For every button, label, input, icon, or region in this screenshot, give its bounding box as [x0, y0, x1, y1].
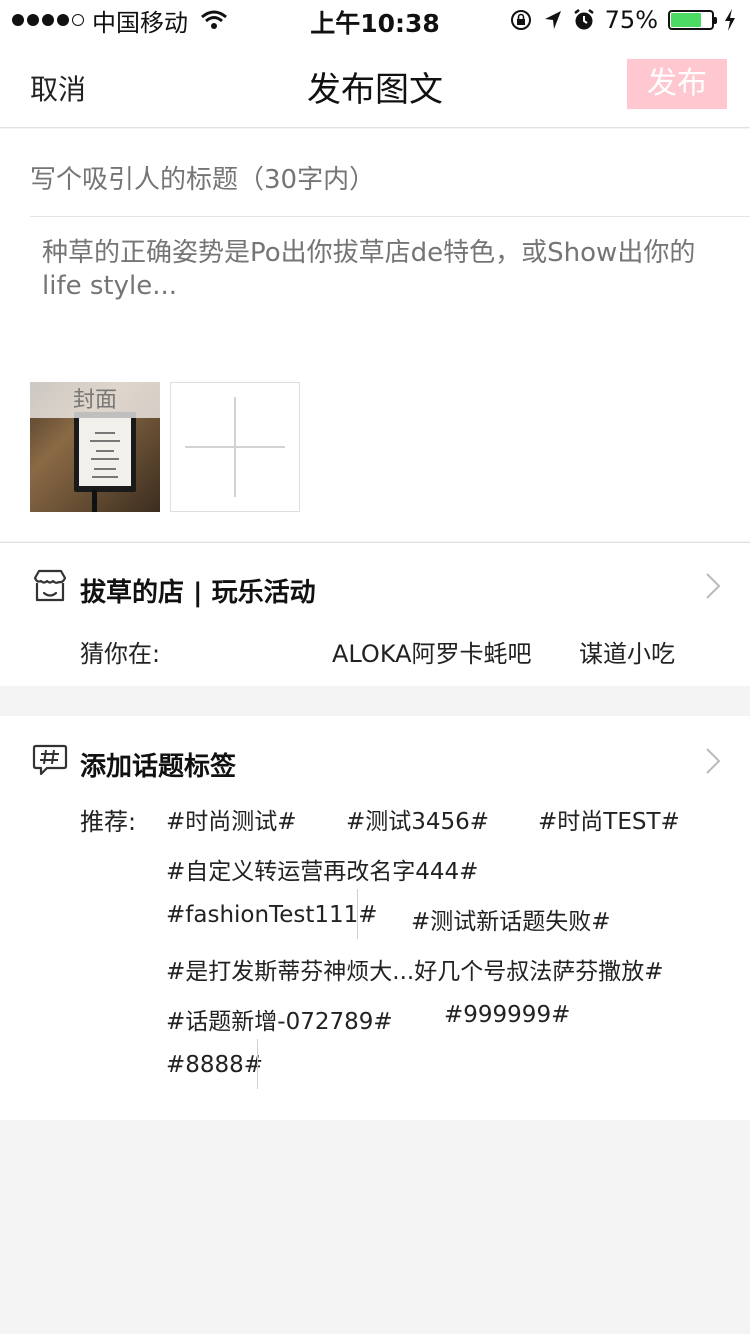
topic-tag[interactable]: #fashionTest111# [166, 902, 378, 928]
text-caret [357, 889, 358, 939]
publish-button[interactable]: 发布 [627, 59, 727, 109]
store-icon [33, 569, 67, 602]
add-photo-button[interactable] [170, 382, 300, 512]
topic-tag[interactable]: #时尚TEST# [538, 802, 680, 836]
battery-percent: 75% [604, 6, 658, 34]
topic-tag[interactable]: #999999# [444, 1002, 570, 1028]
menu-sign-image [74, 412, 136, 492]
hashtag-bubble-icon [32, 744, 68, 776]
title-divider [30, 216, 750, 217]
body-textarea[interactable] [42, 237, 712, 303]
cover-photo[interactable]: 封面 [30, 382, 160, 512]
topic-tag[interactable]: #时尚测试# [166, 802, 297, 836]
topic-tag[interactable]: #话题新增-072789# [166, 1002, 393, 1036]
guess-label: 猜你在: [80, 640, 161, 668]
topic-title: 添加话题标签 [80, 752, 237, 782]
text-caret [257, 1039, 258, 1089]
recommend-label: 推荐: [80, 808, 137, 836]
charging-icon [725, 9, 735, 31]
chevron-right-icon[interactable] [702, 746, 724, 776]
status-bar: 中国移动 上午10:38 75% [0, 0, 750, 40]
store-suggestion[interactable]: ALOKA阿罗卡蚝吧 [332, 634, 532, 669]
rotation-lock-icon [510, 10, 531, 30]
post-editor: 封面 [0, 129, 750, 541]
status-right: 75% [509, 6, 736, 34]
topic-tag[interactable]: #测试3456# [346, 802, 489, 836]
alarm-icon [573, 9, 594, 30]
section-gap [0, 686, 750, 716]
topic-tag[interactable]: #8888# [166, 1052, 263, 1078]
topic-section: 添加话题标签 推荐: #时尚测试# #测试3456# #时尚TEST# #自定义… [0, 716, 750, 1120]
battery-icon [668, 10, 717, 30]
chevron-right-icon [706, 573, 721, 599]
topic-tag[interactable]: #是打发斯蒂芬神烦大...好几个号叔法萨芬撒放# [166, 952, 663, 986]
store-suggestion[interactable]: 谋道小吃 [579, 634, 675, 669]
nav-bar: 取消 发布图文 发布 [0, 40, 750, 128]
cover-label: 封面 [30, 382, 160, 418]
store-title: 拔草的店 | 玩乐活动 [80, 578, 316, 608]
topic-tag[interactable]: #自定义转运营再改名字444# [166, 852, 478, 886]
topic-tag[interactable]: #测试新话题失败# [411, 902, 611, 936]
title-input[interactable] [30, 165, 720, 195]
location-icon [544, 11, 561, 29]
store-section[interactable]: 拔草的店 | 玩乐活动 猜你在: ALOKA阿罗卡蚝吧 谋道小吃 [0, 543, 750, 686]
